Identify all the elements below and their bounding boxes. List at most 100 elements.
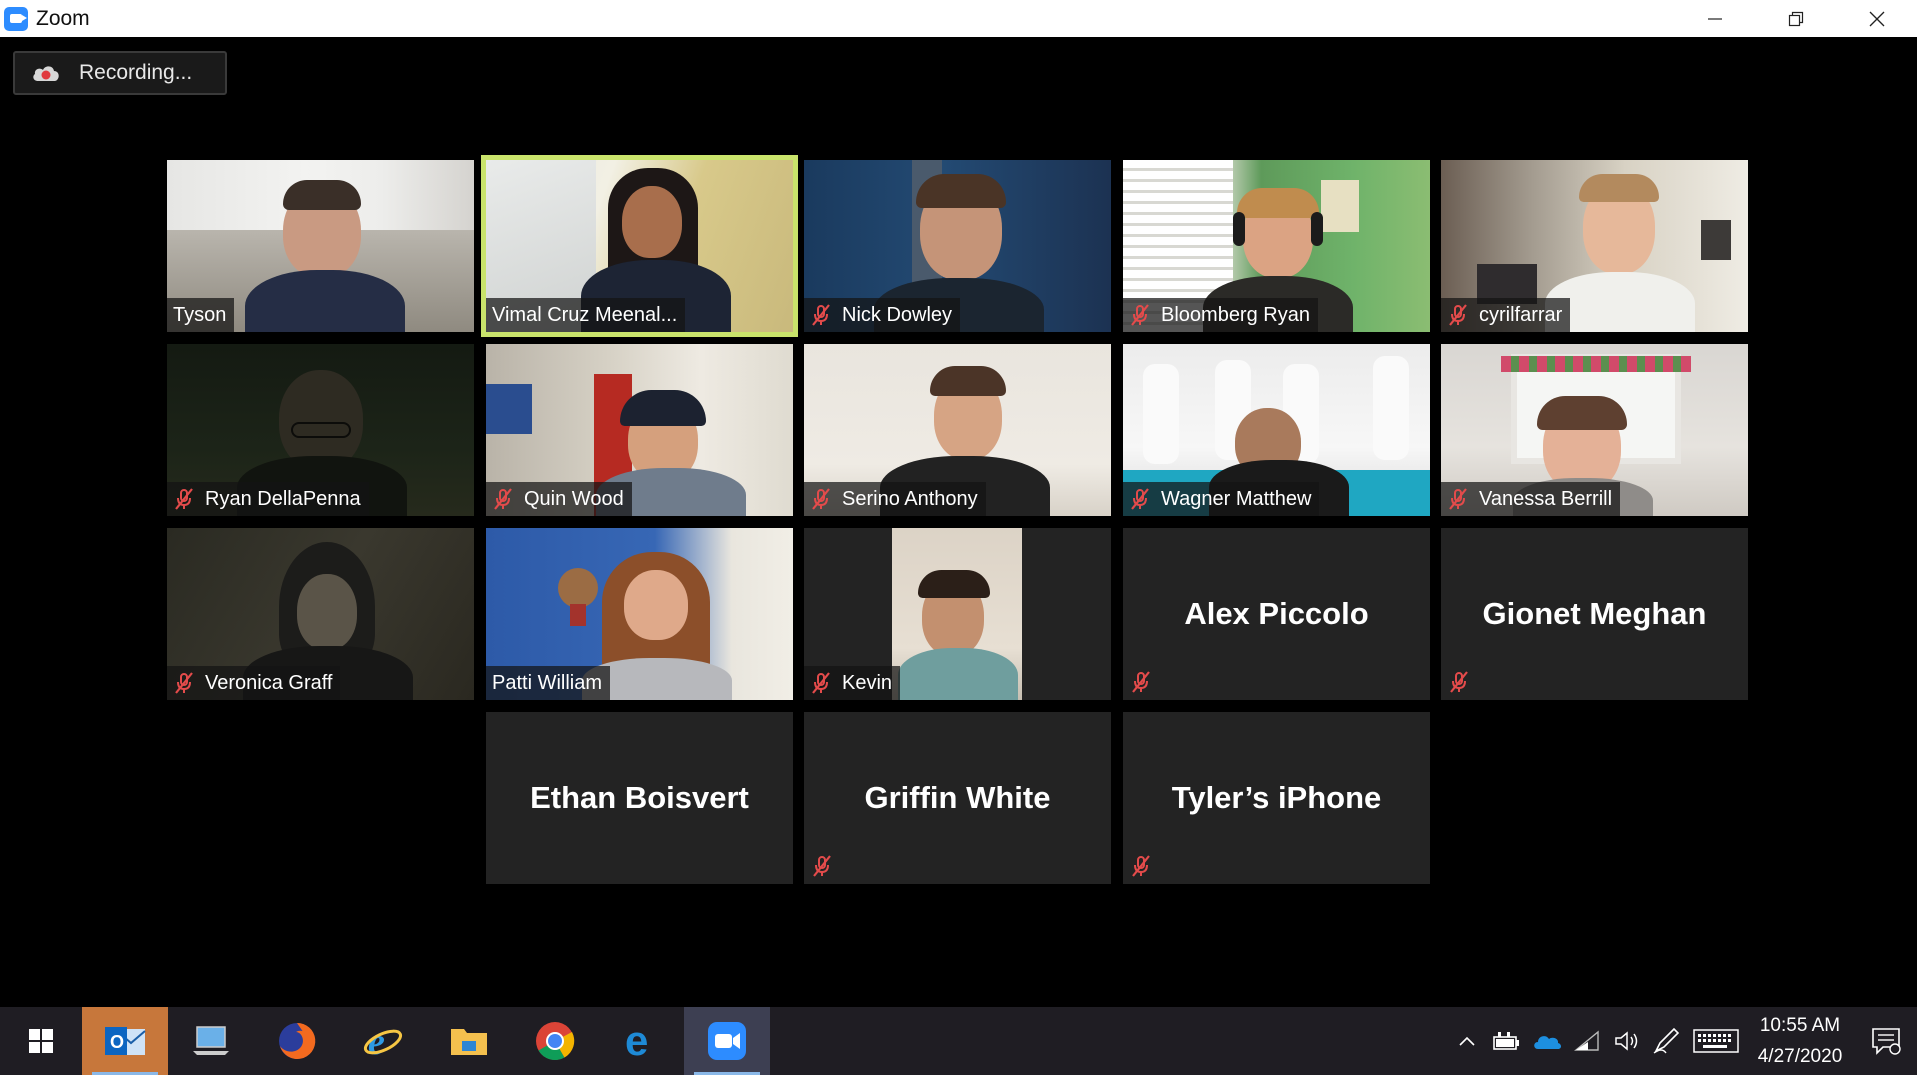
participant-nameplate: Nick Dowley (804, 298, 961, 332)
chrome-icon (536, 1022, 575, 1061)
video-tile[interactable]: Quin Wood (486, 344, 793, 516)
video-tile[interactable]: Bloomberg Ryan (1123, 160, 1430, 332)
video-tile[interactable]: Vanessa Berrill (1441, 344, 1748, 516)
battery-button[interactable] (1487, 1007, 1527, 1075)
action-center-button[interactable] (1855, 1007, 1917, 1075)
participant-nameplate: Ryan DellaPenna (167, 482, 369, 516)
muted-mic-icon (1450, 671, 1468, 693)
internet-explorer-icon: e (363, 1021, 403, 1062)
speaker-icon (1615, 1031, 1638, 1051)
windows-taskbar: O e e 10:55 AM 4/27/2020 (0, 1007, 1917, 1075)
video-off-tile[interactable]: Ethan Boisvert (486, 712, 793, 884)
zoom-icon (708, 1022, 746, 1060)
clock-time: 10:55 AM (1759, 1015, 1841, 1036)
window-controls (1674, 0, 1917, 37)
participant-name: Kevin (842, 671, 893, 694)
keyboard-icon (1693, 1029, 1739, 1053)
taskbar-internet-explorer[interactable]: e (340, 1007, 426, 1075)
participant-nameplate: Vanessa Berrill (1441, 482, 1621, 516)
taskbar-zoom[interactable] (684, 1007, 770, 1075)
cloud-recording-icon (33, 66, 59, 81)
video-tile[interactable]: cyrilfarrar (1441, 160, 1748, 332)
svg-text:O: O (110, 1032, 124, 1052)
windows-logo-icon (29, 1029, 53, 1053)
muted-mic-icon (812, 488, 830, 510)
participant-name: Ethan Boisvert (530, 780, 749, 815)
wifi-icon (1574, 1030, 1599, 1051)
recording-label: Recording... (79, 61, 193, 84)
muted-mic-icon (175, 672, 193, 694)
muted-mic-icon (812, 304, 830, 326)
minimize-button[interactable] (1674, 0, 1755, 37)
video-off-tile[interactable]: Alex Piccolo (1123, 528, 1430, 700)
video-tile[interactable]: Wagner Matthew (1123, 344, 1430, 516)
video-tile[interactable]: Ryan DellaPenna (167, 344, 474, 516)
window-title: Zoom (36, 6, 90, 30)
participant-nameplate: Vimal Cruz Meenal... (486, 298, 686, 332)
video-off-tile[interactable]: Gionet Meghan (1441, 528, 1748, 700)
video-tile[interactable]: Patti William (486, 528, 793, 700)
onedrive-button[interactable] (1527, 1007, 1567, 1075)
network-button[interactable] (1567, 1007, 1607, 1075)
start-button[interactable] (0, 1007, 82, 1075)
taskbar-clock[interactable]: 10:55 AM 4/27/2020 (1745, 1010, 1855, 1072)
participant-nameplate: Serino Anthony (804, 482, 986, 516)
restore-icon (1788, 11, 1803, 26)
video-tile[interactable]: Veronica Graff (167, 528, 474, 700)
video-tile[interactable]: Nick Dowley (804, 160, 1111, 332)
participant-name: Serino Anthony (842, 487, 978, 510)
participant-name: Bloomberg Ryan (1161, 303, 1310, 326)
onedrive-cloud-icon (1534, 1036, 1561, 1049)
muted-mic-icon (1132, 671, 1150, 693)
muted-mic-icon (1449, 488, 1467, 510)
taskbar-outlook[interactable]: O (82, 1007, 168, 1075)
volume-button[interactable] (1607, 1007, 1647, 1075)
zoom-app-icon (4, 6, 28, 31)
chevron-up-icon (1459, 1036, 1475, 1046)
clock-date: 4/27/2020 (1757, 1046, 1843, 1067)
show-hidden-icons-button[interactable] (1447, 1007, 1487, 1075)
taskbar-edge[interactable]: e (598, 1007, 684, 1075)
pen-icon (1653, 1027, 1680, 1054)
participant-name: Alex Piccolo (1184, 596, 1369, 631)
muted-mic-icon (1131, 304, 1149, 326)
zoom-window: Zoom Recording... Tyson Vimal Cruz Meena… (0, 0, 1917, 1075)
participant-name: Tyler’s iPhone (1171, 780, 1382, 815)
participant-name: cyrilfarrar (1479, 303, 1563, 326)
video-tile[interactable]: Serino Anthony (804, 344, 1111, 516)
restore-button[interactable] (1755, 0, 1836, 37)
participant-name: Quin Wood (524, 487, 624, 510)
video-tile-active-speaker[interactable]: Vimal Cruz Meenal... (486, 160, 793, 332)
video-off-tile[interactable]: Tyler’s iPhone (1123, 712, 1430, 884)
participant-name: Tyson (173, 303, 227, 326)
muted-mic-icon (1132, 855, 1150, 877)
touch-keyboard-button[interactable] (1687, 1007, 1745, 1075)
participant-nameplate: Bloomberg Ryan (1123, 298, 1318, 332)
video-off-tile[interactable]: Griffin White (804, 712, 1111, 884)
firefox-icon (279, 1022, 316, 1059)
muted-mic-icon (1131, 488, 1149, 510)
participant-name: Ryan DellaPenna (205, 487, 361, 510)
taskbar-file-explorer[interactable] (426, 1007, 512, 1075)
title-bar: Zoom (0, 0, 1917, 37)
muted-mic-icon (1449, 304, 1467, 326)
participant-name: Griffin White (864, 780, 1051, 815)
participant-nameplate: Wagner Matthew (1123, 482, 1320, 516)
video-tile[interactable]: Tyson (167, 160, 474, 332)
recording-indicator[interactable]: Recording... (13, 51, 227, 95)
system-tray: 10:55 AM 4/27/2020 (1447, 1007, 1917, 1075)
participant-nameplate: cyrilfarrar (1441, 298, 1571, 332)
participant-name: Nick Dowley (842, 303, 953, 326)
close-button[interactable] (1836, 0, 1917, 37)
participant-name: Wagner Matthew (1161, 487, 1312, 510)
taskbar-this-pc[interactable] (168, 1007, 254, 1075)
battery-plugged-icon (1493, 1032, 1519, 1050)
participant-name: Veronica Graff (205, 671, 333, 694)
close-icon (1869, 11, 1884, 26)
windows-ink-button[interactable] (1647, 1007, 1687, 1075)
taskbar-firefox[interactable] (254, 1007, 340, 1075)
taskbar-chrome[interactable] (512, 1007, 598, 1075)
participant-nameplate: Tyson (167, 298, 235, 332)
muted-mic-icon (175, 488, 193, 510)
video-tile[interactable]: Kevin (804, 528, 1111, 700)
